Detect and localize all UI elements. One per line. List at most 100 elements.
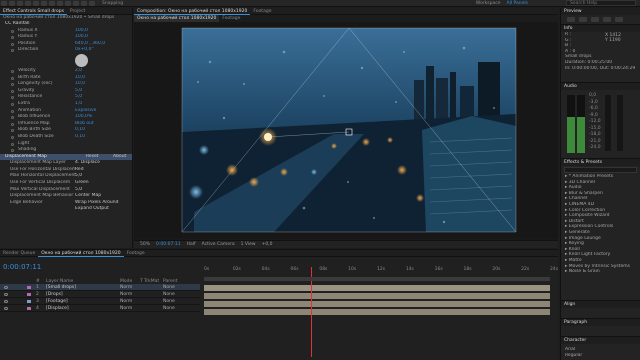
- brush-tool-icon[interactable]: [81, 0, 87, 6]
- info-title[interactable]: Info: [561, 25, 640, 32]
- stopwatch-icon[interactable]: [11, 69, 14, 73]
- eye-icon[interactable]: [4, 286, 8, 289]
- stopwatch-icon[interactable]: [11, 109, 14, 113]
- stopwatch-icon[interactable]: [11, 142, 14, 146]
- layer-mode-dropdown[interactable]: Norm: [120, 284, 132, 291]
- last-frame-icon[interactable]: [615, 17, 623, 22]
- effect-property-row[interactable]: Radius Y 100,0: [0, 34, 132, 41]
- property-value[interactable]: 4. Displace: [75, 160, 100, 167]
- effect-property-row[interactable]: Gravity 5,0: [0, 88, 132, 95]
- resolution-dropdown[interactable]: Half: [187, 242, 196, 247]
- displacement-property-row[interactable]: Edge Behavior Wrap Pixels Around: [0, 200, 132, 207]
- displacement-property-row[interactable]: Use For Vertical Displacem Green: [0, 180, 132, 187]
- effect-property-row[interactable]: Birth Rate 10,0: [0, 75, 132, 82]
- property-value[interactable]: 100,0: [75, 28, 88, 35]
- selection-tool-icon[interactable]: [9, 0, 15, 6]
- stopwatch-icon[interactable]: [11, 102, 14, 106]
- displacement-property-row[interactable]: Max Horizontal Displacement 5,0: [0, 173, 132, 180]
- property-value[interactable]: 0,10: [75, 134, 85, 141]
- label-color-swatch[interactable]: [27, 286, 31, 289]
- tab-timeline-footage[interactable]: Footage: [124, 250, 148, 257]
- layer-mode-dropdown[interactable]: Norm: [120, 305, 132, 312]
- reset-button[interactable]: Reset: [86, 154, 99, 161]
- layer-row[interactable]: 1 [Small drops] Norm None: [0, 284, 200, 291]
- zoom-tool-icon[interactable]: [25, 0, 31, 6]
- property-value[interactable]: Explosive: [75, 108, 96, 115]
- displacement-property-row[interactable]: Use For Horizontal Displacem Red: [0, 167, 132, 174]
- effect-property-row[interactable]: Blob Death Size 0,10: [0, 134, 132, 141]
- composition-viewer[interactable]: [134, 22, 558, 238]
- layer-duration-bar[interactable]: [204, 301, 550, 307]
- label-color-swatch[interactable]: [27, 300, 31, 303]
- property-value[interactable]: 0,10: [75, 127, 85, 134]
- layer-parent-dropdown[interactable]: None: [163, 305, 175, 312]
- home-icon[interactable]: [1, 0, 7, 6]
- hand-tool-icon[interactable]: [17, 0, 23, 6]
- eye-icon[interactable]: [4, 300, 8, 303]
- tab-timeline-comp[interactable]: Окно на рабочий стол 1080x1920: [38, 250, 124, 257]
- label-color-swatch[interactable]: [27, 307, 31, 310]
- stopwatch-icon[interactable]: [11, 42, 14, 46]
- stopwatch-icon[interactable]: [11, 116, 14, 120]
- property-value[interactable]: 10,0: [75, 81, 85, 88]
- about-button[interactable]: About: [113, 154, 126, 161]
- layer-parent-dropdown[interactable]: None: [163, 284, 175, 291]
- layer-name[interactable]: [Displace]: [46, 305, 69, 312]
- effect-property-row[interactable]: Radius X 100,0: [0, 28, 132, 35]
- property-value[interactable]: 100,0%: [75, 114, 92, 121]
- layer-row[interactable]: 4 [Displace] Norm None: [0, 305, 200, 312]
- character-title[interactable]: Character: [561, 337, 640, 344]
- preview-title[interactable]: Preview: [561, 8, 640, 15]
- stopwatch-icon[interactable]: [11, 83, 14, 87]
- label-color-swatch[interactable]: [27, 293, 31, 296]
- audio-slider[interactable]: [605, 95, 611, 151]
- rotate-tool-icon[interactable]: [33, 0, 39, 6]
- footage-subtab[interactable]: Footage: [219, 15, 243, 22]
- property-value[interactable]: 1,0: [75, 101, 82, 108]
- first-frame-icon[interactable]: [567, 17, 575, 22]
- eye-icon[interactable]: [4, 307, 8, 310]
- time-ruler[interactable]: 0s 02s 04s 06s 08s 10s 12s 14s 16s 18s 20s 22s 24s: [204, 267, 558, 275]
- font-style-dropdown[interactable]: Regular: [561, 353, 640, 359]
- puppet-tool-icon[interactable]: [89, 0, 95, 6]
- displacement-map-header[interactable]: Displacement Map Reset About: [0, 153, 132, 161]
- layer-name[interactable]: [Drops]: [46, 291, 63, 298]
- property-value[interactable]: Expand Output: [75, 206, 109, 213]
- property-value[interactable]: 5,0: [75, 88, 82, 95]
- effect-property-row[interactable]: Influence Map Blob out: [0, 121, 132, 128]
- stopwatch-icon[interactable]: [11, 29, 14, 33]
- pen-tool-icon[interactable]: [65, 0, 71, 6]
- displacement-property-row[interactable]: Expand Output: [0, 206, 132, 213]
- effects-presets-title[interactable]: Effects & Presets: [561, 159, 640, 166]
- camera-dropdown[interactable]: Active Camera: [202, 242, 235, 247]
- displacement-property-row[interactable]: Displacement Map Behavior Center Map: [0, 193, 132, 200]
- audio-slider-right[interactable]: [617, 95, 623, 151]
- stopwatch-icon[interactable]: [11, 49, 14, 53]
- property-value[interactable]: 5,0: [75, 94, 82, 101]
- layer-duration-bar[interactable]: [204, 285, 550, 291]
- property-value[interactable]: 2,0: [75, 68, 82, 75]
- displacement-property-row[interactable]: Max Vertical Displacement 5,0: [0, 187, 132, 194]
- layer-row[interactable]: 2 [Drops] Norm None: [0, 291, 200, 298]
- camera-tool-icon[interactable]: [41, 0, 47, 6]
- stopwatch-icon[interactable]: [11, 129, 14, 133]
- stopwatch-icon[interactable]: [11, 149, 14, 153]
- property-value[interactable]: 5,0: [75, 173, 82, 180]
- tab-footage[interactable]: Footage: [250, 8, 274, 15]
- property-value[interactable]: 100,0: [75, 34, 88, 41]
- pan-tool-icon[interactable]: [49, 0, 55, 6]
- workspace-all-panels[interactable]: All Panels: [507, 1, 529, 6]
- property-value[interactable]: Green: [75, 180, 89, 187]
- property-value[interactable]: 640,0 , 360,0: [75, 41, 105, 48]
- snapping-toggle[interactable]: Snapping: [102, 1, 123, 6]
- effect-property-row[interactable]: Longevity (sec) 10,0: [0, 81, 132, 88]
- stopwatch-icon[interactable]: [11, 96, 14, 100]
- next-frame-icon[interactable]: [603, 17, 611, 22]
- effect-property-row[interactable]: Velocity 2,0: [0, 68, 132, 75]
- tab-effect-controls[interactable]: Effect Controls Small drops: [0, 8, 67, 15]
- layer-name[interactable]: [Footage]: [46, 298, 68, 305]
- effect-property-row[interactable]: Extra 1,0: [0, 101, 132, 108]
- stopwatch-icon[interactable]: [11, 122, 14, 126]
- effect-property-row[interactable]: Position 640,0 , 360,0: [0, 41, 132, 48]
- align-title[interactable]: Align: [561, 301, 640, 308]
